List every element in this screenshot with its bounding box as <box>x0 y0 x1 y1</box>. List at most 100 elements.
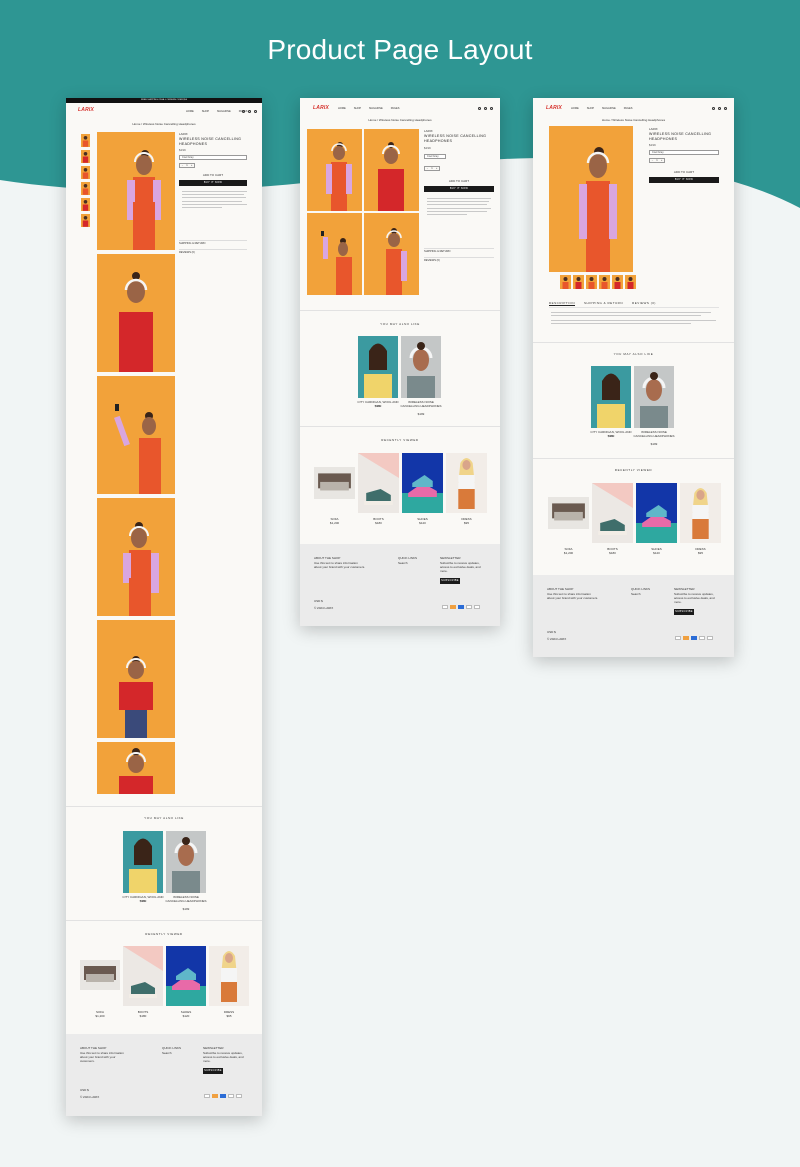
product-photo[interactable] <box>97 498 175 616</box>
related-product-name[interactable]: WIRELESS NOISE CANCELLING HEADPHONES <box>399 400 443 408</box>
related-product-name[interactable]: WIRELESS NOISE CANCELLING HEADPHONES <box>632 430 676 438</box>
recent-item-image[interactable] <box>314 467 355 499</box>
quantity-stepper[interactable]: − 1 + <box>179 163 195 168</box>
tab-reviews[interactable]: REVIEWS (0) <box>632 301 656 306</box>
search-icon[interactable] <box>718 107 721 110</box>
store-logo[interactable]: LARIX <box>546 105 562 111</box>
currency-selector[interactable]: USD $ <box>314 599 323 603</box>
product-photo[interactable] <box>97 620 175 738</box>
accordion-reviews[interactable]: REVIEWS (0) <box>179 249 247 255</box>
account-icon[interactable] <box>712 107 715 110</box>
thumbnail[interactable] <box>81 214 90 227</box>
nav-item-magazine[interactable]: MAGAZINE <box>369 107 383 110</box>
recent-item-image[interactable] <box>636 483 677 543</box>
product-photo[interactable] <box>364 129 419 211</box>
qty-plus-button[interactable]: + <box>661 159 663 162</box>
thumbnail[interactable] <box>612 275 623 289</box>
thumbnail[interactable] <box>586 275 597 289</box>
thumbnail[interactable] <box>81 150 90 163</box>
related-product-image[interactable] <box>123 831 163 893</box>
quantity-stepper[interactable]: − 1 + <box>424 166 440 171</box>
quantity-stepper[interactable]: − 1 + <box>649 158 665 163</box>
product-photo[interactable] <box>549 126 633 272</box>
footer-quick-link[interactable]: Search <box>631 592 641 596</box>
nav-item-magazine[interactable]: MAGAZINE <box>602 107 616 110</box>
variant-select[interactable]: Cool Grey <box>649 150 719 155</box>
accordion-shipping[interactable]: SHIPPING & RETURN <box>179 240 247 246</box>
cart-icon[interactable] <box>490 107 493 110</box>
qty-minus-button[interactable]: − <box>182 164 184 167</box>
product-photo[interactable] <box>97 742 175 794</box>
qty-minus-button[interactable]: − <box>427 167 429 170</box>
accordion-shipping[interactable]: SHIPPING & RETURN <box>424 248 494 254</box>
nav-item-pages[interactable]: PAGES <box>391 107 400 110</box>
buy-now-button[interactable]: BUY IT NOW <box>649 177 719 183</box>
recent-item-image[interactable] <box>209 946 249 1006</box>
account-icon[interactable] <box>478 107 481 110</box>
recent-item-image[interactable] <box>402 453 443 513</box>
variant-select[interactable]: Cool Grey <box>424 154 446 159</box>
recent-item-image[interactable] <box>446 453 487 513</box>
search-icon[interactable] <box>248 110 251 113</box>
thumbnail[interactable] <box>599 275 610 289</box>
qty-minus-button[interactable]: − <box>652 159 654 162</box>
related-product-name[interactable]: WIRELESS NOISE CANCELLING HEADPHONES <box>164 895 208 903</box>
search-icon[interactable] <box>484 107 487 110</box>
nav-item-shop[interactable]: SHOP <box>202 110 209 113</box>
nav-item-pages[interactable]: PAGES <box>624 107 633 110</box>
product-photo[interactable] <box>97 254 175 372</box>
related-product-image[interactable] <box>358 336 398 398</box>
related-product-image[interactable] <box>166 831 206 893</box>
product-photo[interactable] <box>364 213 419 295</box>
recent-item-image[interactable] <box>166 946 206 1006</box>
buy-now-button[interactable]: BUY IT NOW <box>179 180 247 186</box>
nav-item-home[interactable]: HOME <box>571 107 579 110</box>
nav-item-home[interactable]: HOME <box>338 107 346 110</box>
nav-item-shop[interactable]: SHOP <box>587 107 594 110</box>
thumbnail[interactable] <box>81 198 90 211</box>
qty-plus-button[interactable]: + <box>436 167 438 170</box>
store-logo[interactable]: LARIX <box>78 107 94 113</box>
product-photo[interactable] <box>307 129 362 211</box>
buy-now-button[interactable]: BUY IT NOW <box>424 186 494 192</box>
qty-plus-button[interactable]: + <box>191 164 193 167</box>
add-to-cart-button[interactable]: ADD TO CART <box>424 179 494 183</box>
recent-item-image[interactable] <box>592 483 633 543</box>
subscribe-button[interactable]: SUBSCRIBE <box>674 609 694 615</box>
thumbnail[interactable] <box>625 275 636 289</box>
add-to-cart-button[interactable]: ADD TO CART <box>649 170 719 174</box>
subscribe-button[interactable]: SUBSCRIBE <box>440 578 460 584</box>
recent-item-image[interactable] <box>358 453 399 513</box>
currency-selector[interactable]: USD $ <box>80 1088 89 1092</box>
footer-quick-link[interactable]: Search <box>162 1051 172 1055</box>
cart-icon[interactable] <box>724 107 727 110</box>
account-icon[interactable] <box>242 110 245 113</box>
currency-selector[interactable]: USD $ <box>547 630 556 634</box>
related-product-image[interactable] <box>634 366 674 428</box>
recent-item-image[interactable] <box>680 483 721 543</box>
nav-item-home[interactable]: HOME <box>186 110 194 113</box>
store-logo[interactable]: LARIX <box>313 105 329 111</box>
nav-item-shop[interactable]: SHOP <box>354 107 361 110</box>
nav-item-magazine[interactable]: MAGAZINE <box>217 110 231 113</box>
variant-select[interactable]: Cool Grey <box>179 155 247 160</box>
tab-description[interactable]: DESCRIPTION <box>549 301 576 306</box>
cart-icon[interactable] <box>254 110 257 113</box>
add-to-cart-button[interactable]: ADD TO CART <box>179 173 247 177</box>
tab-shipping[interactable]: SHIPPING & RETURN <box>584 301 623 306</box>
footer-quick-link[interactable]: Search <box>398 561 408 565</box>
related-product-image[interactable] <box>591 366 631 428</box>
recent-item-image[interactable] <box>123 946 163 1006</box>
thumbnail[interactable] <box>573 275 584 289</box>
product-photo[interactable] <box>307 213 362 295</box>
subscribe-button[interactable]: SUBSCRIBE <box>203 1068 223 1074</box>
recent-item-image[interactable] <box>80 960 120 990</box>
accordion-reviews[interactable]: REVIEWS (0) <box>424 257 494 263</box>
thumbnail[interactable] <box>81 182 90 195</box>
related-product-image[interactable] <box>401 336 441 398</box>
thumbnail[interactable] <box>81 166 90 179</box>
thumbnail[interactable] <box>81 134 90 147</box>
product-photo[interactable] <box>97 376 175 494</box>
thumbnail[interactable] <box>560 275 571 289</box>
recent-item-image[interactable] <box>548 497 589 529</box>
